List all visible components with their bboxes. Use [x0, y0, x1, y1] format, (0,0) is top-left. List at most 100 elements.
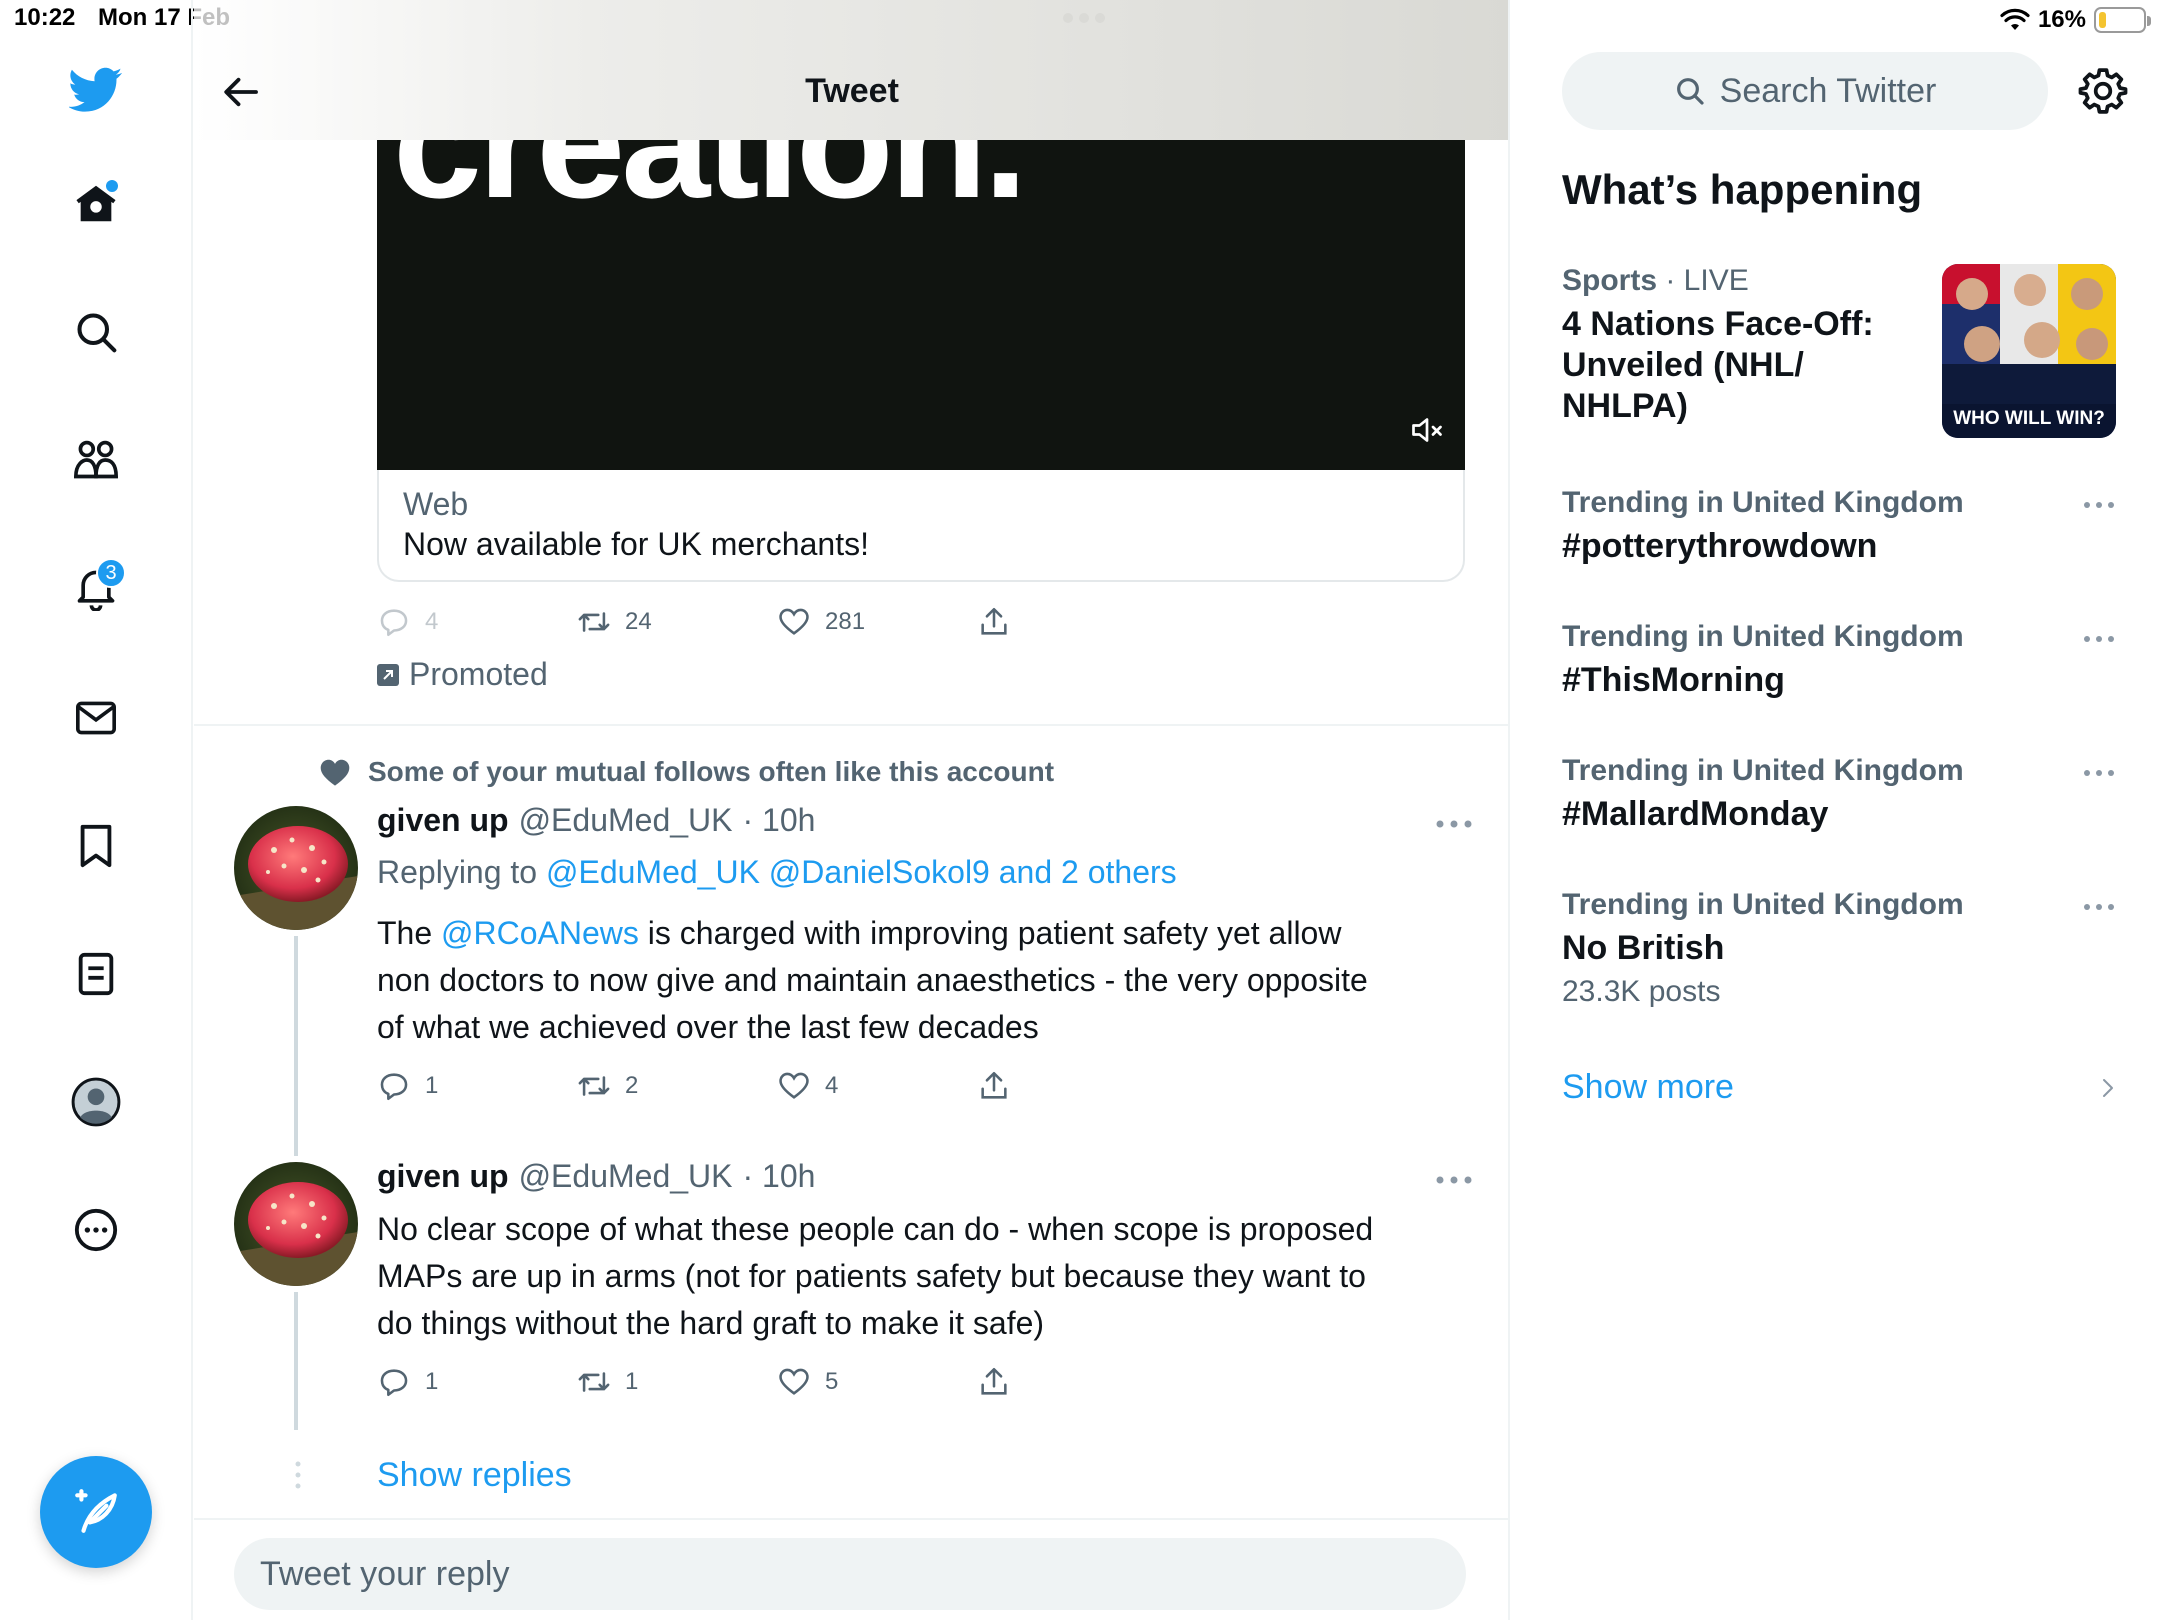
featured-trend[interactable]: Sports · LIVE 4 Nations Face-Off: Unveil…: [1562, 264, 1922, 427]
compose-tweet-button[interactable]: [40, 1456, 152, 1568]
avatar[interactable]: [234, 1162, 358, 1286]
communities-nav-button[interactable]: [64, 428, 128, 492]
like-button[interactable]: 4: [777, 1066, 838, 1106]
search-icon: [77, 313, 117, 353]
search-icon: [1676, 78, 1704, 105]
twitter-logo-icon[interactable]: [64, 58, 128, 122]
left-nav: 3: [0, 0, 193, 1620]
show-more-link[interactable]: Show more: [1562, 1068, 1734, 1107]
retweet-count: 2: [625, 1072, 639, 1099]
trend-item[interactable]: Trending in United Kingdom No British 23…: [1562, 888, 2122, 1009]
heart-icon: [779, 608, 809, 635]
search-placeholder: Search Twitter: [1719, 71, 1937, 110]
like-button[interactable]: 5: [777, 1362, 838, 1402]
trend-category: Trending in United Kingdom: [1562, 754, 1964, 787]
social-context: Some of your mutual follows often like t…: [318, 756, 1054, 788]
reply-count: 1: [425, 1072, 439, 1099]
chevron-right-icon[interactable]: [2096, 1074, 2120, 1102]
featured-live: · LIVE: [1665, 264, 1749, 297]
tweet-time[interactable]: · 10h: [742, 1158, 815, 1195]
home-unread-dot: [106, 180, 118, 192]
tweet-header: given up @EduMed_UK · 10h: [377, 1158, 815, 1195]
reply-button[interactable]: 1: [377, 1362, 438, 1402]
messages-nav-button[interactable]: [64, 686, 128, 750]
tweet-text-start: The: [377, 915, 433, 951]
trend-title: #potterythrowdown: [1562, 527, 1878, 565]
trend-more-icon[interactable]: [2082, 500, 2116, 510]
share-icon: [981, 607, 1007, 635]
replying-prefix: Replying to: [377, 854, 538, 890]
profile-nav-button[interactable]: [64, 1070, 128, 1134]
retweet-count: 1: [625, 1368, 639, 1395]
author-handle[interactable]: @EduMed_UK: [519, 802, 733, 839]
author-handle[interactable]: @EduMed_UK: [519, 1158, 733, 1195]
retweet-button[interactable]: 24: [577, 602, 652, 642]
compose-feather-icon: [75, 1489, 117, 1533]
mute-icon[interactable]: [1409, 412, 1445, 448]
trend-item[interactable]: Trending in United Kingdom #MallardMonda…: [1562, 754, 2122, 835]
reply-icon: [380, 609, 408, 637]
show-replies-link[interactable]: Show replies: [377, 1456, 572, 1495]
featured-category-label: Sports: [1562, 264, 1658, 297]
replying-to-links[interactable]: @EduMed_UK @DanielSokol9 and 2 others: [546, 854, 1177, 890]
thread-gap-dots-icon: [295, 1461, 301, 1489]
explore-nav-button[interactable]: [64, 300, 128, 364]
author-name[interactable]: given up: [377, 1158, 509, 1195]
heart-icon: [779, 1368, 809, 1395]
bookmarks-nav-button[interactable]: [64, 814, 128, 878]
list-icon: [78, 952, 114, 996]
reply-count: 4: [425, 608, 439, 635]
trend-category: Trending in United Kingdom: [1562, 486, 1964, 519]
retweet-button[interactable]: 1: [577, 1362, 638, 1402]
thread-line: [294, 936, 298, 1156]
tweet-more-icon[interactable]: [1434, 818, 1474, 830]
tweet-more-icon[interactable]: [1434, 1174, 1474, 1186]
gear-icon[interactable]: [2078, 66, 2128, 116]
bookmark-icon: [80, 824, 112, 868]
trend-more-icon[interactable]: [2082, 768, 2116, 778]
envelope-icon: [76, 701, 116, 735]
reply-button[interactable]: 1: [377, 1066, 438, 1106]
reply-button[interactable]: 4: [377, 602, 438, 642]
featured-trend-image[interactable]: WHO WILL WIN?: [1942, 264, 2116, 438]
lists-nav-button[interactable]: [64, 942, 128, 1006]
promoted-card-footer[interactable]: Web Now available for UK merchants!: [377, 470, 1465, 582]
reply-count: 1: [425, 1368, 439, 1395]
profile-avatar-icon: [71, 1077, 121, 1127]
social-context-text: Some of your mutual follows often like t…: [368, 756, 1055, 787]
share-button[interactable]: [977, 1362, 1011, 1402]
trend-more-icon[interactable]: [2082, 634, 2116, 644]
promoted-label: Promoted: [377, 656, 548, 693]
trend-more-icon[interactable]: [2082, 902, 2116, 912]
notifications-nav-button[interactable]: 3: [64, 556, 128, 620]
avatar[interactable]: [234, 806, 358, 930]
author-name[interactable]: given up: [377, 802, 509, 839]
mention-link[interactable]: @RCoANews: [441, 915, 639, 951]
trend-title: No British: [1562, 929, 1725, 967]
retweet-icon: [578, 1372, 610, 1392]
trend-item[interactable]: Trending in United Kingdom #potterythrow…: [1562, 486, 2122, 567]
share-icon: [981, 1367, 1007, 1395]
share-button[interactable]: [977, 602, 1011, 642]
retweet-button[interactable]: 2: [577, 1066, 638, 1106]
like-button[interactable]: 281: [777, 602, 865, 642]
reply-input[interactable]: Tweet your reply: [234, 1538, 1466, 1610]
tweet-actions: 1 1 5: [377, 1362, 1077, 1402]
featured-category: Sports · LIVE: [1562, 264, 1922, 298]
more-nav-button[interactable]: [64, 1198, 128, 1262]
trend-title: #MallardMonday: [1562, 795, 1829, 833]
retweet-icon: [578, 612, 610, 632]
communities-icon: [73, 440, 119, 479]
home-nav-button[interactable]: [64, 172, 128, 236]
promoted-arrow-icon: [377, 663, 399, 686]
more-circle-icon: [74, 1208, 118, 1252]
right-sidebar: Search Twitter What’s happening Sports ·…: [1512, 0, 2160, 1620]
like-count: 5: [825, 1368, 839, 1395]
promoted-video[interactable]: creation.: [377, 140, 1465, 470]
share-button[interactable]: [977, 1066, 1011, 1106]
whats-happening-title: What’s happening: [1562, 166, 1923, 213]
video-overlay-text: creation.: [393, 140, 1028, 231]
trend-item[interactable]: Trending in United Kingdom #ThisMorning: [1562, 620, 2122, 701]
tweet-time[interactable]: · 10h: [742, 802, 815, 839]
search-input[interactable]: Search Twitter: [1562, 52, 2048, 130]
